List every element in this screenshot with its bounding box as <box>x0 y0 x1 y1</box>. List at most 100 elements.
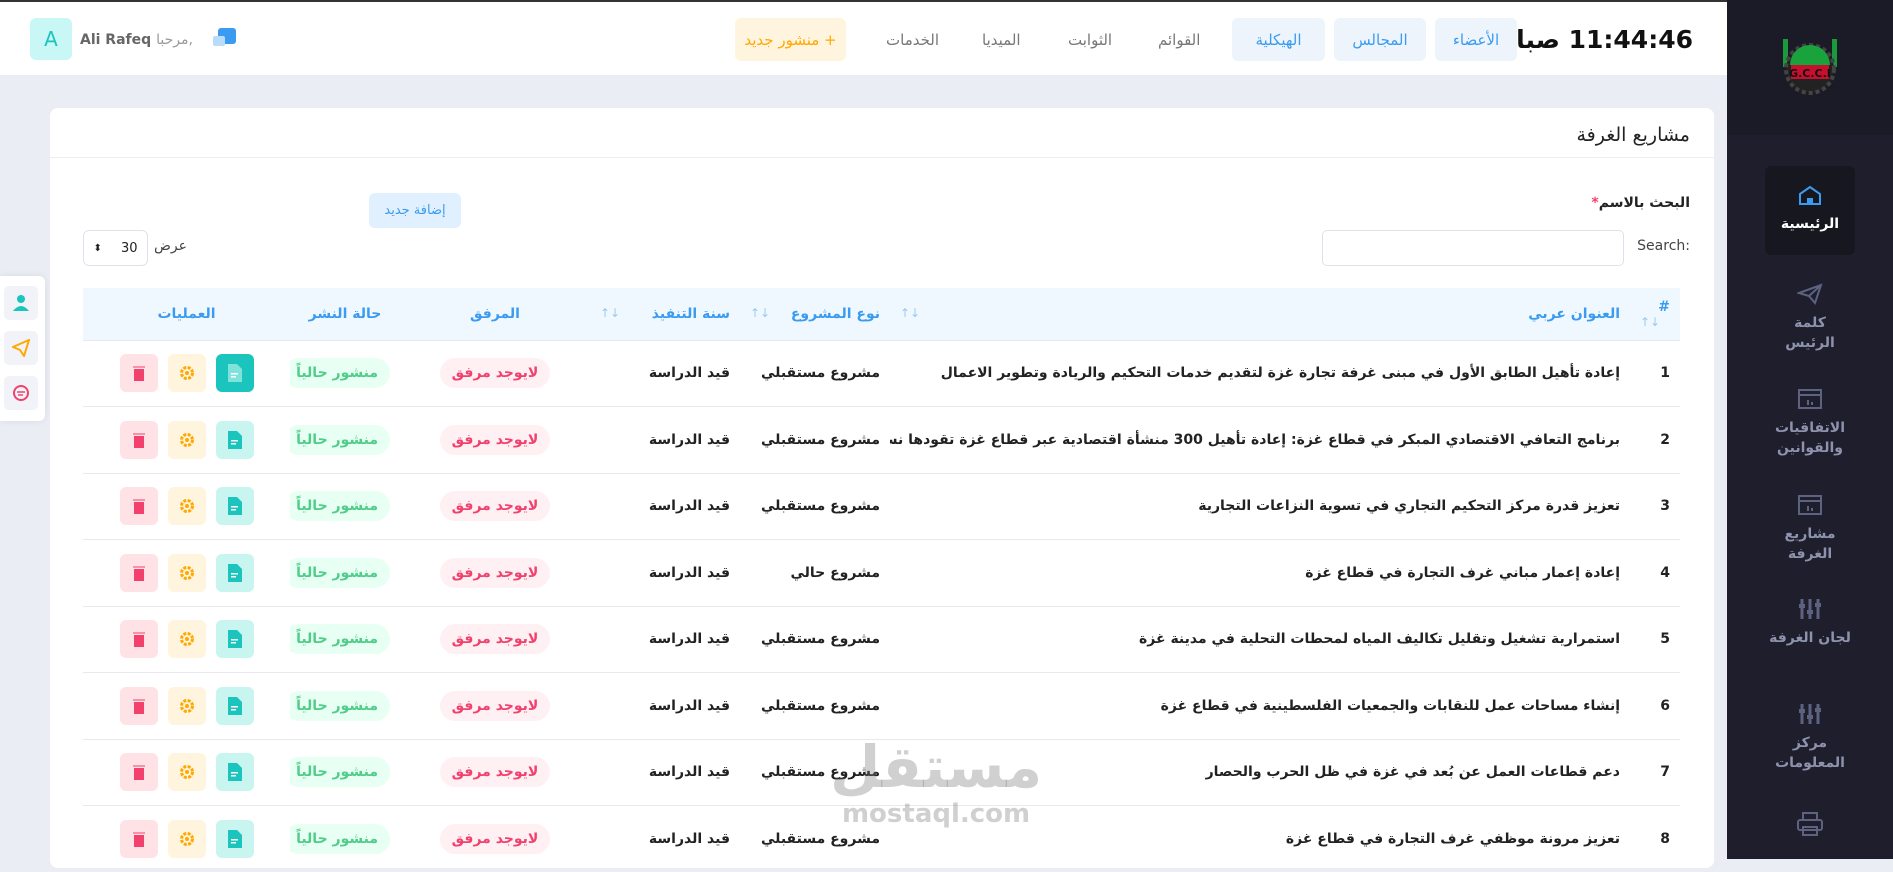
view-button[interactable] <box>216 620 254 658</box>
attachment-badge: لايوجد مرفق <box>440 691 551 721</box>
row-year: قيد الدراسة <box>590 739 740 806</box>
row-type: مشروع مستقبلي <box>740 473 890 540</box>
gear-icon <box>179 831 195 847</box>
table-row: 1إعادة تأهيل الطابق الأول في مبنى غرفة ت… <box>83 340 1680 407</box>
document-icon <box>228 697 242 715</box>
settings-button[interactable] <box>168 421 206 459</box>
paper-plane-icon[interactable] <box>4 331 38 365</box>
sidebar-item-home[interactable]: الرئيسية <box>1765 166 1855 255</box>
row-attachment: لايوجد مرفق <box>400 473 590 540</box>
gear-icon <box>179 565 195 581</box>
delete-button[interactable] <box>120 487 158 525</box>
row-title: إنشاء مساحات عمل للنقابات والجمعيات الفل… <box>890 673 1630 740</box>
floating-toolbar <box>0 276 45 421</box>
row-type: مشروع مستقبلي <box>740 606 890 673</box>
gear-icon <box>179 498 195 514</box>
row-year: قيد الدراسة <box>590 340 740 407</box>
clock: 11:44:46 صباحا <box>1489 18 1693 61</box>
delete-button[interactable] <box>120 820 158 858</box>
settings-button[interactable] <box>168 820 206 858</box>
sidebar-item-agreements[interactable]: الاتفاقيات والقوانين <box>1727 388 1893 458</box>
paper-plane-icon <box>1797 283 1823 305</box>
row-title: استمرارية تشغيل وتقليل تكاليف المياه لمح… <box>890 606 1630 673</box>
add-new-button[interactable]: إضافة جديد <box>369 193 461 228</box>
row-actions <box>83 673 290 740</box>
row-number: 3 <box>1630 473 1680 540</box>
settings-button[interactable] <box>168 753 206 791</box>
nav-media[interactable]: الميديا <box>982 18 1021 61</box>
col-title[interactable]: العنوان عربي↓↑ <box>890 288 1630 340</box>
sidebar-item-president-word[interactable]: كلمة الرئيس <box>1727 283 1893 353</box>
table-row: 6إنشاء مساحات عمل للنقابات والجمعيات الف… <box>83 673 1680 740</box>
logo[interactable]: G.C.C.I <box>1727 0 1893 135</box>
row-number: 1 <box>1630 340 1680 407</box>
chat-icon[interactable] <box>212 28 238 50</box>
new-post-button[interactable]: منشور جديد + <box>735 18 846 61</box>
page-size-select[interactable]: ⬍ 30 <box>83 230 148 266</box>
col-actions: العمليات <box>83 288 290 340</box>
nav-constants[interactable]: الثوابت <box>1068 18 1112 61</box>
sidebar-item-projects[interactable]: مشاريع الغرفة <box>1727 494 1893 564</box>
svg-text:G.C.C.I: G.C.C.I <box>1789 67 1831 80</box>
watermark-ar: مستقل <box>830 735 1042 799</box>
attachment-badge: لايوجد مرفق <box>440 358 551 388</box>
delete-button[interactable] <box>120 354 158 392</box>
user-icon[interactable] <box>4 286 38 320</box>
view-button[interactable] <box>216 421 254 459</box>
settings-button[interactable] <box>168 554 206 592</box>
col-year[interactable]: سنة التنفيذ↓↑ <box>590 288 740 340</box>
settings-button[interactable] <box>168 687 206 725</box>
attachment-badge: لايوجد مرفق <box>440 558 551 588</box>
row-attachment: لايوجد مرفق <box>400 407 590 474</box>
gear-icon <box>179 698 195 714</box>
settings-button[interactable] <box>168 487 206 525</box>
delete-button[interactable] <box>120 554 158 592</box>
view-button[interactable] <box>216 554 254 592</box>
view-button[interactable] <box>216 687 254 725</box>
status-badge: منشور حالياً <box>290 824 390 854</box>
table-row: 4إعادة إعمار مباني غرف التجارة في قطاع غ… <box>83 540 1680 607</box>
user-greeting: Ali Rafeq مرحبا, <box>80 18 193 61</box>
attachment-badge: لايوجد مرفق <box>440 624 551 654</box>
delete-button[interactable] <box>120 687 158 725</box>
delete-button[interactable] <box>120 620 158 658</box>
sidebar-item-info-center[interactable]: مركز المعلومات <box>1727 703 1893 773</box>
col-attachment[interactable]: المرفق <box>400 288 590 340</box>
delete-button[interactable] <box>120 421 158 459</box>
nav-members[interactable]: الأعضاء <box>1435 18 1517 61</box>
row-title: تعزيز قدرة مركز التحكيم التجاري في تسوية… <box>890 473 1630 540</box>
row-actions <box>83 407 290 474</box>
support-chat-icon[interactable] <box>4 376 38 410</box>
view-button[interactable] <box>216 487 254 525</box>
row-number: 5 <box>1630 606 1680 673</box>
settings-button[interactable] <box>168 620 206 658</box>
status-badge: منشور حالياً <box>290 757 390 787</box>
row-number: 8 <box>1630 806 1680 872</box>
calendar-chart-icon <box>1797 494 1823 516</box>
nav-structure[interactable]: الهيكلية <box>1232 18 1325 61</box>
printer-icon[interactable] <box>1797 812 1823 836</box>
nav-services[interactable]: الخدمات <box>886 18 939 61</box>
row-year: قيد الدراسة <box>590 806 740 872</box>
gear-icon <box>179 365 195 381</box>
attachment-badge: لايوجد مرفق <box>440 491 551 521</box>
search-input[interactable] <box>1322 230 1624 266</box>
chamber-logo-icon: G.C.C.I <box>1775 37 1845 99</box>
row-title: إعادة تأهيل الطابق الأول في مبنى غرفة تج… <box>890 340 1630 407</box>
row-attachment: لايوجد مرفق <box>400 806 590 872</box>
sliders-icon <box>1797 703 1823 725</box>
col-number[interactable]: #↓↑ <box>1630 288 1680 340</box>
nav-councils[interactable]: المجالس <box>1334 18 1426 61</box>
settings-button[interactable] <box>168 354 206 392</box>
view-button[interactable] <box>216 753 254 791</box>
view-button[interactable] <box>216 354 254 392</box>
sidebar-item-committees[interactable]: لجان الغرفة <box>1727 598 1893 648</box>
row-status: منشور حالياً <box>290 739 400 806</box>
header-label: المرفق <box>470 306 520 322</box>
row-type: مشروع مستقبلي <box>740 673 890 740</box>
nav-lists[interactable]: القوائم <box>1158 18 1200 61</box>
delete-button[interactable] <box>120 753 158 791</box>
col-type[interactable]: نوع المشروع↓↑ <box>740 288 890 340</box>
avatar[interactable]: A <box>30 18 72 60</box>
view-button[interactable] <box>216 820 254 858</box>
